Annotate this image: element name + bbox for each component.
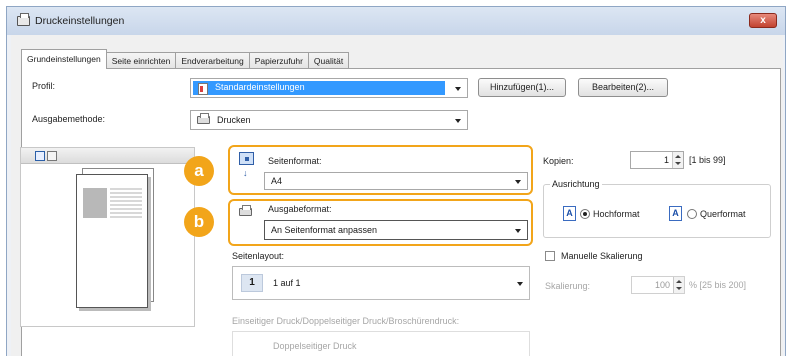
arrow-down-icon: ↓ — [243, 168, 248, 178]
window-title: Druckeinstellungen — [35, 15, 125, 27]
chevron-down-icon — [515, 180, 521, 184]
close-button[interactable]: x — [749, 13, 777, 28]
manual-scaling-checkbox[interactable] — [545, 251, 555, 261]
page-format-highlight: ↓ Seitenformat: A4 — [228, 145, 533, 195]
landscape-radio[interactable] — [687, 209, 697, 219]
tab-quality[interactable]: Qualität — [307, 52, 350, 69]
title-bar: Druckeinstellungen x — [7, 7, 785, 35]
tab-basic-settings[interactable]: Grundeinstellungen — [21, 49, 107, 69]
orientation-group: Ausrichtung A Hochformat A Querformat — [543, 179, 771, 238]
stepper-arrows-icon[interactable] — [672, 152, 683, 168]
callout-badge-b: b — [184, 207, 214, 237]
output-method-select[interactable]: Drucken — [190, 110, 468, 130]
output-format-highlight: Ausgabeformat: An Seitenformat anpassen — [228, 199, 533, 246]
page-layout-select[interactable]: 1 1 auf 1 — [232, 266, 530, 300]
scaling-range: % [25 bis 200] — [689, 280, 747, 290]
copies-range: [1 bis 99] — [689, 155, 726, 165]
scaling-value: 100 — [654, 280, 670, 290]
output-method-label: Ausgabemethode: — [32, 114, 106, 124]
page-format-value: A4 — [271, 176, 283, 186]
portrait-label[interactable]: Hochformat — [593, 209, 640, 219]
printer-icon — [17, 13, 30, 26]
add-profile-button[interactable]: Hinzufügen(1)... — [478, 78, 566, 97]
tab-paper-source[interactable]: Papierzufuhr — [248, 52, 309, 69]
scaling-stepper[interactable]: 100 — [631, 276, 685, 294]
stepper-arrows-icon[interactable] — [673, 277, 684, 293]
output-format-value: An Seitenformat anpassen — [271, 225, 378, 235]
page-format-select[interactable]: A4 — [264, 172, 528, 190]
preview-toolbar — [21, 148, 194, 164]
profile-label: Profil: — [32, 81, 56, 91]
profile-select[interactable]: Standardeinstellungen — [190, 78, 468, 98]
page-layout-value: 1 auf 1 — [273, 278, 301, 288]
profile-selection-highlight: Standardeinstellungen — [193, 81, 445, 95]
profile-value: Standardeinstellungen — [215, 82, 305, 92]
duplex-label: Einseitiger Druck/Doppelseitiger Druck/B… — [232, 316, 460, 326]
tab-page-setup[interactable]: Seite einrichten — [105, 52, 177, 69]
page-format-label: Seitenformat: — [268, 156, 322, 166]
printer-icon — [239, 205, 252, 216]
document-icon — [198, 83, 208, 95]
landscape-icon: A — [669, 206, 682, 221]
page-format-icon — [239, 152, 254, 165]
page-preview — [20, 147, 195, 327]
copies-stepper[interactable]: 1 — [630, 151, 684, 169]
portrait-radio[interactable] — [580, 209, 590, 219]
landscape-label[interactable]: Querformat — [700, 209, 746, 219]
portrait-icon: A — [563, 206, 576, 221]
printer-icon — [197, 113, 210, 124]
copies-label: Kopien: — [543, 156, 574, 166]
output-format-select[interactable]: An Seitenformat anpassen — [264, 220, 528, 240]
tab-strip: Grundeinstellungen Seite einrichten Endv… — [21, 49, 350, 69]
edit-profile-button[interactable]: Bearbeiten(2)... — [578, 78, 668, 97]
copies-value: 1 — [663, 155, 669, 165]
page-layout-label: Seitenlayout: — [232, 251, 285, 261]
orientation-group-title: Ausrichtung — [550, 179, 602, 189]
scaling-label: Skalierung: — [545, 281, 591, 291]
page-view-icon[interactable] — [35, 151, 45, 161]
chevron-down-icon — [517, 282, 523, 286]
tab-finishing[interactable]: Endverarbeitung — [175, 52, 250, 69]
manual-scaling-label[interactable]: Manuelle Skalierung — [561, 251, 643, 261]
chevron-down-icon — [455, 119, 461, 123]
chevron-down-icon — [515, 229, 521, 233]
printer-view-icon[interactable] — [47, 151, 57, 161]
output-method-value: Drucken — [217, 115, 251, 125]
duplex-select[interactable]: Doppelseitiger Druck — [232, 331, 530, 356]
preview-page — [76, 174, 148, 308]
output-format-label: Ausgabeformat: — [268, 204, 332, 214]
chevron-down-icon — [455, 87, 461, 91]
callout-badge-a: a — [184, 156, 214, 186]
page-layout-number: 1 — [241, 274, 263, 292]
duplex-value: Doppelseitiger Druck — [273, 341, 357, 351]
